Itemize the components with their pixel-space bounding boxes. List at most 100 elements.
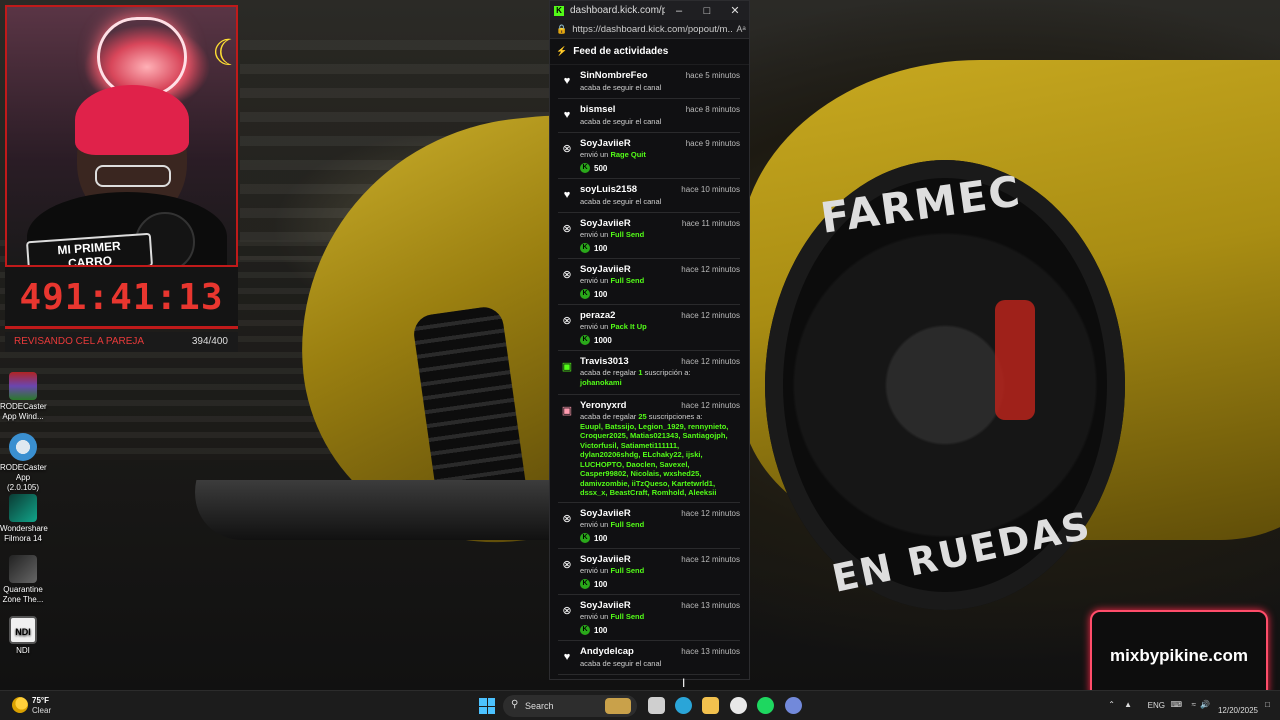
wifi-icon[interactable]: ≈: [1192, 700, 1196, 709]
feed-username[interactable]: Andydelcap: [580, 646, 634, 657]
gift-name: Full Send: [610, 520, 645, 529]
feed-username[interactable]: SoyJaviieR: [580, 554, 631, 565]
language-indicator[interactable]: ENG: [1148, 701, 1165, 710]
weather-temperature[interactable]: 75°F: [32, 696, 49, 705]
kicks-coin-icon: K: [580, 533, 590, 543]
kicks-x-icon: ⊗: [562, 559, 572, 571]
close-button[interactable]: ✕: [721, 4, 749, 17]
window-titlebar[interactable]: K dashboard.kick.com/po... – □ ✕: [550, 1, 749, 20]
streamer-hair: [75, 85, 189, 155]
edge-browser-icon[interactable]: [675, 697, 692, 714]
url-text[interactable]: https://dashboard.kick.com/popout/m...: [572, 24, 733, 35]
desktop-icon-ndi[interactable]: NDI NDI: [0, 616, 46, 656]
kicks-x-icon: ⊗: [562, 605, 572, 617]
feed-gift-text: acaba de regalar 25 suscripciones a: Euup…: [580, 412, 730, 498]
webcam-overlay: ☾ MI PRIMER CARRO: [5, 5, 238, 267]
kicks-x-icon: ⊗: [562, 269, 572, 281]
file-explorer-icon[interactable]: [702, 697, 719, 714]
kicks-coin-icon: K: [580, 163, 590, 173]
brake-caliper: [995, 300, 1035, 420]
desktop-icon-label: App Wind...: [2, 412, 44, 421]
feed-text: envió un Full Send: [580, 276, 644, 285]
feed-item-kicks[interactable]: ⊗ SoyJaviieR hace 12 minutos envió un Full …: [558, 259, 740, 305]
feed-username[interactable]: SoyJaviieR: [580, 508, 631, 519]
feed-text-prefix: envió un: [580, 276, 611, 285]
desktop-icon-rodecaster-app[interactable]: RODECaster App (2.0.105): [0, 433, 47, 493]
weather-moon-icon[interactable]: [12, 697, 28, 713]
feed-item-giftsub[interactable]: ▣ Travis3013 hace 12 minutos acaba de regal…: [558, 351, 740, 395]
feed-text: acaba de seguir el canal: [580, 197, 662, 206]
kicks-coin-icon: K: [580, 625, 590, 635]
task-view-icon[interactable]: [648, 697, 665, 714]
kicks-coin-icon: K: [580, 579, 590, 589]
feed-username[interactable]: SoyJaviieR: [580, 138, 631, 149]
feed-username[interactable]: Travis3013: [580, 356, 629, 367]
feed-item-kicks[interactable]: ⊗ SoyJaviieR hace 12 minutos envió un Full …: [558, 549, 740, 595]
filmora-icon: [9, 494, 37, 522]
desktop-icon-filmora[interactable]: Wondershare Filmora 14: [0, 494, 48, 544]
feed-item-kicks[interactable]: ⊗ peraza2 hace 12 minutos envió un Pack It …: [558, 305, 740, 351]
winrar-archive-icon: [9, 372, 37, 400]
spotify-icon[interactable]: [757, 697, 774, 714]
network-icon[interactable]: ▲: [1124, 700, 1132, 709]
date-text[interactable]: 12/20/2025: [1218, 706, 1258, 715]
chevron-up-icon[interactable]: ⌃: [1108, 700, 1115, 709]
rodecaster-app-icon: [9, 433, 37, 461]
feed-item-kicks[interactable]: ⊗ SoyJaviieR hace 12 minutos envió un Full …: [558, 503, 740, 549]
feed-text: acaba de seguir el canal: [580, 659, 662, 668]
kicks-amount-value: 500: [594, 163, 608, 173]
feed-username[interactable]: Yeronyxrd: [580, 400, 626, 411]
feed-username[interactable]: peraza2: [580, 310, 615, 321]
feed-username[interactable]: bismsel: [580, 104, 615, 115]
feed-item-kicks[interactable]: ⊗ SoyJaviieR hace 13 minutos envió un Full …: [558, 595, 740, 641]
feed-item-giftsub[interactable]: ▣ Yeronyxrd hace 12 minutos acaba de regala…: [558, 395, 740, 503]
feed-username[interactable]: SinNombreFeo: [580, 70, 648, 81]
discord-icon[interactable]: [785, 697, 802, 714]
feed-text: acaba de seguir el canal: [580, 117, 662, 126]
timer-value: 491:41:13: [19, 277, 224, 318]
feed-item-follow[interactable]: ♥ SinNombreFeo hace 5 minutos acaba de segu…: [558, 65, 740, 99]
minimize-button[interactable]: –: [665, 5, 693, 17]
reader-mode-icon[interactable]: Aᵃ: [733, 24, 749, 34]
feed-username[interactable]: SoyJaviieR: [580, 264, 631, 275]
kicks-amount: K 100: [580, 289, 607, 299]
kicks-amount-value: 100: [594, 243, 608, 253]
kicks-amount-value: 100: [594, 289, 608, 299]
kicks-amount: K 100: [580, 533, 607, 543]
obs-studio-icon[interactable]: [730, 697, 747, 714]
desktop-icon-quarantine-zone[interactable]: Quarantine Zone The...: [0, 555, 46, 605]
feed-time: hace 13 minutos: [681, 601, 740, 610]
desktop-icon-rodecaster-wind[interactable]: RODECaster App Wind...: [0, 372, 47, 422]
weather-condition[interactable]: Clear: [32, 706, 51, 715]
feed-item-kicks[interactable]: ⊗ SoyJaviieR hace 9 minutos envió un Rage Q…: [558, 133, 740, 179]
address-bar[interactable]: 🔒 https://dashboard.kick.com/popout/m...…: [550, 20, 749, 39]
start-button[interactable]: [479, 698, 495, 714]
goal-count: 394/400: [191, 336, 228, 347]
text-cursor-icon: I: [682, 676, 686, 690]
streamer-glasses: [95, 165, 171, 187]
activity-feed-list[interactable]: ♥ SinNombreFeo hace 5 minutos acaba de segu…: [550, 65, 749, 675]
kicks-coin-icon: K: [580, 335, 590, 345]
feed-username[interactable]: SoyJaviieR: [580, 600, 631, 611]
feed-item-follow[interactable]: ♥ bismsel hace 8 minutos acaba de seguir el…: [558, 99, 740, 133]
bolt-icon: ⚡: [556, 46, 568, 56]
heart-icon: ♥: [563, 75, 571, 87]
kick-activity-popup-window[interactable]: K dashboard.kick.com/po... – □ ✕ 🔒 https…: [549, 0, 750, 680]
feed-text: envió un Full Send: [580, 230, 644, 239]
feed-username[interactable]: SoyJaviieR: [580, 218, 631, 229]
feed-username[interactable]: soyLuis2158: [580, 184, 637, 195]
keyboard-icon[interactable]: ⌨: [1170, 700, 1182, 709]
volume-icon[interactable]: 🔊: [1200, 700, 1210, 709]
kicks-coin-icon: K: [580, 289, 590, 299]
notification-icon[interactable]: □: [1265, 700, 1270, 709]
kicks-amount-value: 1000: [594, 335, 612, 345]
window-title: dashboard.kick.com/po...: [570, 5, 665, 16]
desktop-icon-label: RODECaster: [0, 463, 47, 472]
search-label: Search: [525, 701, 554, 711]
maximize-button[interactable]: □: [693, 5, 721, 17]
feed-item-follow[interactable]: ♥ soyLuis2158 hace 10 minutos acaba de segu…: [558, 179, 740, 213]
lock-icon: 🔒: [556, 23, 568, 34]
feed-item-kicks[interactable]: ⊗ SoyJaviieR hace 11 minutos envió un Full …: [558, 213, 740, 259]
taskbar-search[interactable]: ⚲ Search: [503, 695, 637, 717]
feed-item-follow[interactable]: ♥ Andydelcap hace 13 minutos acaba de segui…: [558, 641, 740, 675]
